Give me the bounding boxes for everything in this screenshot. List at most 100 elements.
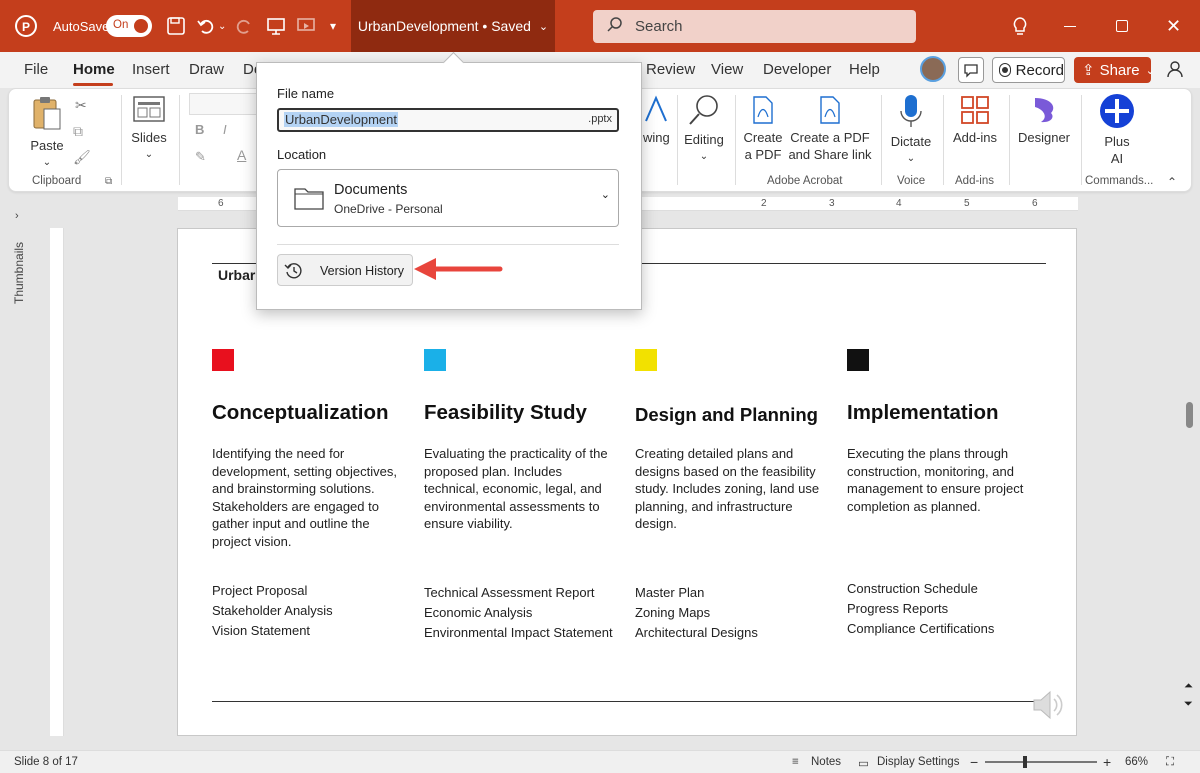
tab-view[interactable]: View <box>711 52 743 88</box>
version-history-button[interactable]: Version History <box>277 254 413 286</box>
chevron-down-icon: ⌄ <box>42 157 52 168</box>
document-title-button[interactable]: UrbanDevelopment • Saved ⌄ <box>351 0 555 52</box>
create-share-line1: Create a PDF <box>790 130 870 145</box>
lightbulb-icon[interactable] <box>1011 0 1029 52</box>
thumbnails-label[interactable]: Thumbnails <box>12 214 26 304</box>
italic-icon[interactable]: I <box>223 122 227 137</box>
ruler-mark: 5 <box>964 198 970 209</box>
editing-label: Editing <box>684 132 724 147</box>
column-design: Design and Planning Creating detailed pl… <box>635 349 825 640</box>
bold-icon[interactable]: B <box>195 122 204 137</box>
comments-icon[interactable] <box>958 57 984 83</box>
designer-label: Designer <box>1017 130 1071 145</box>
deliverables-list: Master Plan Zoning Maps Architectural De… <box>635 583 758 643</box>
pdf-icon <box>753 96 773 124</box>
slide-counter: Slide 8 of 17 <box>14 756 78 768</box>
record-button[interactable]: Record <box>992 57 1065 83</box>
copy-icon[interactable]: ⧉ <box>73 123 83 140</box>
color-square <box>847 349 869 371</box>
column-feasibility: Feasibility Study Evaluating the practic… <box>424 349 614 640</box>
tab-draw[interactable]: Draw <box>189 52 224 88</box>
create-share-pdf-button[interactable]: Create a PDF and Share link <box>787 95 873 163</box>
location-sub: OneDrive - Personal <box>334 202 443 216</box>
minimize-icon[interactable] <box>1064 0 1076 52</box>
thumbnails-panel: › Thumbnails <box>0 196 40 750</box>
tab-developer[interactable]: Developer <box>763 52 831 88</box>
dictate-button[interactable]: Dictate ⌄ <box>885 93 937 167</box>
autosave-toggle[interactable]: On <box>106 0 152 52</box>
paste-label: Paste <box>30 138 64 153</box>
tab-file[interactable]: File <box>24 52 48 88</box>
document-title: UrbanDevelopment • Saved <box>357 18 531 34</box>
designer-button[interactable]: Designer <box>1013 95 1075 146</box>
notes-icon[interactable]: ≡ <box>792 756 799 768</box>
svg-text:P: P <box>22 20 30 34</box>
feedback-icon[interactable] <box>1164 58 1186 85</box>
notes-button[interactable]: Notes <box>811 756 841 768</box>
file-name-input[interactable]: UrbanDevelopment .pptx <box>277 108 619 132</box>
vertical-scrollbar[interactable]: ⏶ ⏷ <box>1182 212 1198 732</box>
scrollbar-thumb[interactable] <box>1186 402 1193 428</box>
list-item: Progress Reports <box>847 601 949 616</box>
redo-icon[interactable] <box>234 0 254 52</box>
cut-icon[interactable]: ✂ <box>75 97 87 114</box>
callout-arrow-icon <box>414 256 506 287</box>
location-label: Location <box>277 147 327 162</box>
highlight-icon[interactable]: ✎ <box>195 149 206 165</box>
tab-review[interactable]: Review <box>646 52 695 88</box>
chevron-down-icon: ⌄ <box>538 20 549 33</box>
column-heading: Implementation <box>847 401 999 424</box>
vertical-ruler <box>50 228 64 736</box>
present-icon[interactable] <box>266 0 286 52</box>
addins-label: Add-ins <box>952 130 998 145</box>
plus-ai-button[interactable]: Plus AI <box>1089 93 1145 167</box>
create-pdf-button[interactable]: Create a PDF <box>739 95 787 163</box>
pdf-share-icon <box>820 96 840 124</box>
chevron-down-icon: ⌄ <box>1145 64 1155 77</box>
list-item: Economic Analysis <box>424 605 533 620</box>
drawing-button[interactable]: wing <box>643 95 671 146</box>
undo-dropdown-icon[interactable]: ⌄ <box>218 0 226 52</box>
dialog-launcher-icon[interactable]: ⧉ <box>105 176 112 187</box>
maximize-icon[interactable] <box>1116 0 1128 52</box>
designer-icon <box>1035 98 1054 123</box>
fit-to-window-icon[interactable]: ⛶ <box>1166 756 1174 769</box>
zoom-slider-thumb[interactable] <box>1023 756 1027 768</box>
autosave-label: AutoSave <box>53 18 110 34</box>
zoom-out-button[interactable]: − <box>970 754 978 770</box>
list-item: Master Plan <box>635 585 705 600</box>
avatar[interactable] <box>920 56 946 82</box>
collapse-ribbon-icon[interactable]: ⌃ <box>1167 175 1177 189</box>
addins-button[interactable]: Add-ins <box>947 95 1003 146</box>
share-button[interactable]: ⇪ Share ⌄ <box>1074 57 1155 83</box>
undo-icon[interactable] <box>196 0 216 52</box>
slideshow-icon[interactable] <box>296 0 316 52</box>
search-box[interactable]: Search <box>593 10 916 43</box>
column-description: Identifying the need for development, se… <box>212 446 397 549</box>
customize-toolbar-icon[interactable]: ▾ <box>330 0 336 52</box>
slides-button[interactable]: Slides ⌄ <box>129 95 169 163</box>
record-label: Record <box>1015 61 1064 79</box>
save-icon[interactable] <box>166 0 186 52</box>
previous-slide-icon[interactable]: ⏶ <box>1184 680 1193 693</box>
location-dropdown[interactable]: Documents OneDrive - Personal ⌄ <box>277 169 619 227</box>
display-settings-icon[interactable]: ▭ <box>858 756 869 770</box>
paste-button[interactable]: Paste ⌄ <box>27 95 67 171</box>
editing-button[interactable]: Editing ⌄ <box>681 93 727 165</box>
zoom-slider[interactable] <box>985 756 1097 768</box>
display-settings-button[interactable]: Display Settings <box>877 756 959 768</box>
search-icon <box>607 16 623 37</box>
zoom-in-button[interactable]: + <box>1103 754 1111 770</box>
font-name-box[interactable] <box>189 93 259 115</box>
status-bar: Slide 8 of 17 ≡ Notes ▭ Display Settings… <box>0 750 1200 773</box>
location-name: Documents <box>334 182 408 198</box>
tab-insert[interactable]: Insert <box>132 52 170 88</box>
autosave-state: On <box>113 19 129 31</box>
close-icon[interactable]: ✕ <box>1166 0 1181 52</box>
format-painter-icon[interactable]: 🖌 <box>73 149 91 166</box>
zoom-level[interactable]: 66% <box>1125 756 1148 768</box>
tab-help[interactable]: Help <box>849 52 880 88</box>
next-slide-icon[interactable]: ⏷ <box>1184 698 1193 711</box>
audio-icon[interactable] <box>1030 687 1066 728</box>
font-color-icon[interactable]: A <box>237 147 246 163</box>
